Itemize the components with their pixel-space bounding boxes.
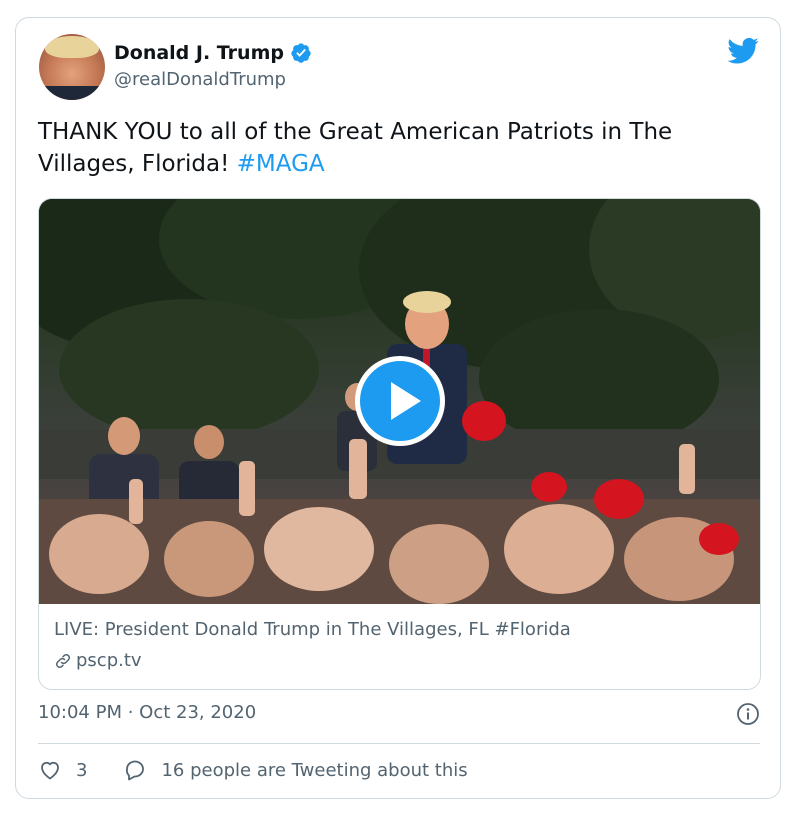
reply-bubble-icon <box>126 760 145 781</box>
like-button[interactable]: 3 <box>38 758 87 782</box>
play-button[interactable] <box>355 356 445 446</box>
like-count: 3 <box>76 759 88 781</box>
author-name[interactable]: Donald J. Trump <box>114 42 284 64</box>
play-icon <box>391 382 421 420</box>
tweet-timestamp[interactable]: 10:04 PM · Oct 23, 2020 <box>38 702 256 723</box>
author-name-row[interactable]: Donald J. Trump <box>114 42 312 64</box>
tweet-actions: 3 16 people are Tweeting about this <box>38 758 504 782</box>
divider <box>38 743 760 744</box>
author-handle[interactable]: @realDonaldTrump <box>114 69 286 90</box>
video-thumbnail[interactable] <box>39 199 760 604</box>
twitter-bird-icon[interactable] <box>727 37 759 65</box>
tweet-body: THANK YOU to all of the Great American P… <box>38 119 673 177</box>
info-icon[interactable] <box>736 702 760 726</box>
tweet-card: Donald J. Trump @realDonaldTrump THANK Y… <box>15 17 781 799</box>
link-icon <box>55 653 71 668</box>
tweet-text: THANK YOU to all of the Great American P… <box>38 116 758 180</box>
avatar[interactable] <box>39 34 105 100</box>
conversation-button[interactable]: 16 people are Tweeting about this <box>123 758 468 782</box>
hashtag-link[interactable]: #MAGA <box>237 151 325 177</box>
link-card-title[interactable]: LIVE: President Donald Trump in The Vill… <box>54 619 571 640</box>
tweeting-about-label: 16 people are Tweeting about this <box>161 759 468 781</box>
link-card[interactable]: LIVE: President Donald Trump in The Vill… <box>38 198 761 690</box>
heart-icon <box>41 761 59 780</box>
link-card-domain-row[interactable]: pscp.tv <box>54 650 142 671</box>
link-card-domain: pscp.tv <box>76 650 142 671</box>
verified-badge-icon <box>291 43 311 63</box>
